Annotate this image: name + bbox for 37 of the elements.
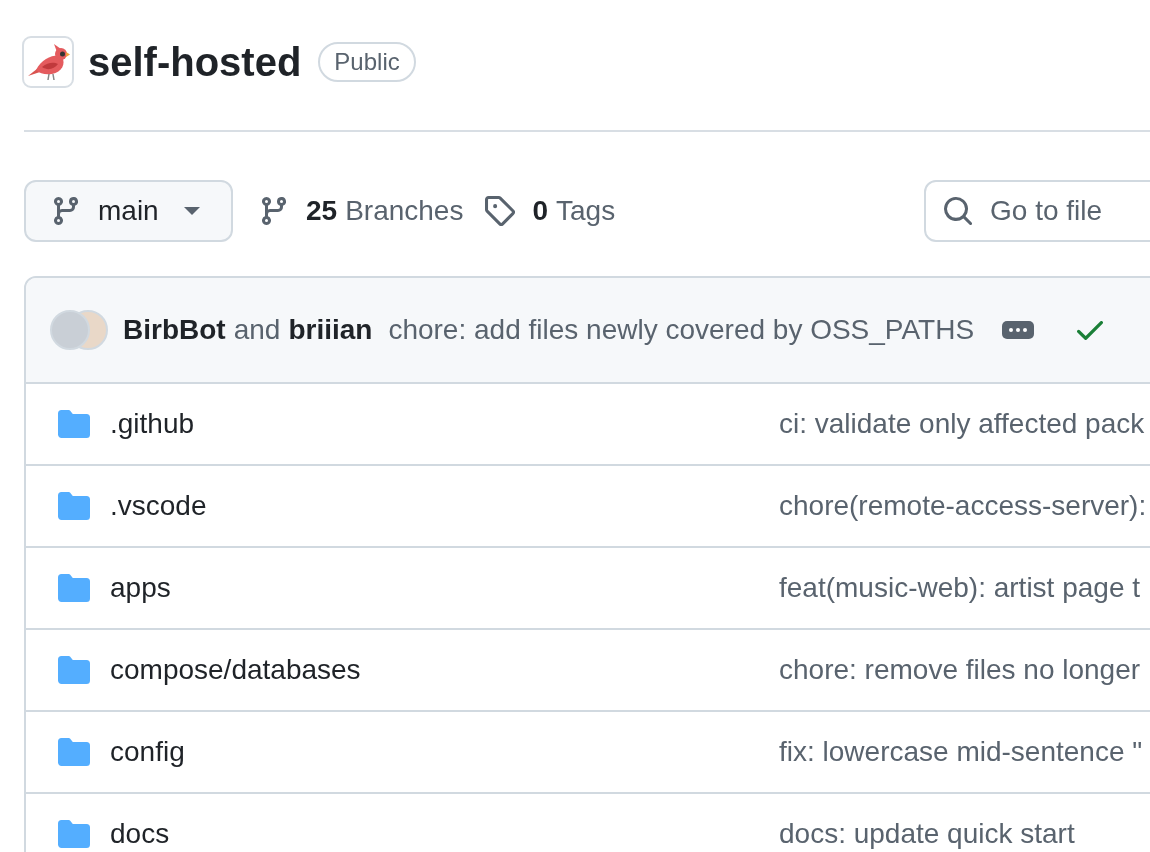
folder-icon xyxy=(58,574,90,602)
commit-message-link[interactable]: chore: remove files no longer xyxy=(779,654,1150,686)
folder-name-link[interactable]: .vscode xyxy=(110,490,759,522)
branch-icon xyxy=(54,197,78,225)
folder-name-link[interactable]: docs xyxy=(110,818,759,850)
more-button[interactable] xyxy=(1002,321,1035,339)
search-icon xyxy=(944,197,972,225)
folder-name-link[interactable]: config xyxy=(110,736,759,768)
author-link[interactable]: BirbBot xyxy=(123,314,226,346)
commit-message-link[interactable]: chore: add files newly covered by OSS_PATHS xyxy=(388,314,975,346)
author-joiner-text: and xyxy=(233,314,281,346)
folder-name-link[interactable]: compose/databases xyxy=(110,654,759,686)
repo-name-link[interactable]: self-hosted xyxy=(88,38,302,86)
search-field[interactable]: Go to file xyxy=(924,180,1150,242)
folder-icon xyxy=(58,738,90,766)
author-link[interactable]: briiian xyxy=(288,314,373,346)
folder-icon xyxy=(58,656,90,684)
commit-message-link[interactable]: chore(remote-access-server): xyxy=(779,490,1150,522)
folder-icon xyxy=(58,820,90,848)
branch-icon xyxy=(262,197,286,225)
avatar xyxy=(50,310,90,350)
tags-link[interactable]: 0 Tags xyxy=(485,195,616,227)
folder-name-link[interactable]: .github xyxy=(110,408,759,440)
visibility-label: Public xyxy=(318,42,416,82)
tag-icon xyxy=(485,196,516,226)
ellipsis-icon xyxy=(1009,328,1028,332)
commit-message-link[interactable]: feat(music-web): artist page t xyxy=(779,572,1150,604)
folder-icon xyxy=(58,410,90,438)
branch-select-button[interactable]: main xyxy=(24,180,233,242)
folder-name-link[interactable]: apps xyxy=(110,572,759,604)
folder-icon xyxy=(58,492,90,520)
caret-icon xyxy=(183,207,200,215)
commit-message-link[interactable]: fix: lowercase mid-sentence " xyxy=(779,736,1150,768)
commit-message-link[interactable]: docs: update quick start xyxy=(779,818,1150,850)
bird-icon xyxy=(22,36,74,88)
commit-message-link[interactable]: ci: validate only affected pack xyxy=(779,408,1150,440)
branches-link[interactable]: 25 Branches xyxy=(262,195,464,227)
